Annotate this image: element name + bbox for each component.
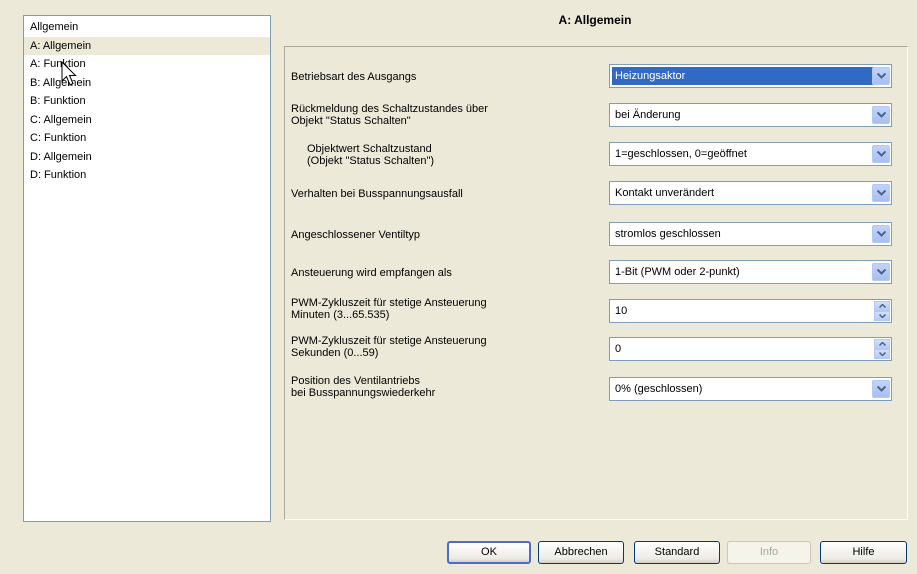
spin-down-icon[interactable] (874, 349, 890, 359)
betriebsart-dropdown[interactable]: Heizungsaktor (609, 64, 892, 88)
param-label: Betriebsart des Ausgangs (291, 71, 417, 83)
tree-item-c-allgemein[interactable]: C: Allgemein (24, 111, 270, 130)
position-ventilantrieb-dropdown[interactable]: 0% (geschlossen) (609, 377, 892, 401)
dropdown-value: Heizungsaktor (612, 67, 877, 85)
chevron-down-icon[interactable] (872, 67, 890, 85)
tree-item-a-allgemein[interactable]: A: Allgemein (24, 36, 270, 55)
pwm-sekunden-spinbox[interactable]: 0 (609, 337, 892, 361)
objektwert-dropdown[interactable]: 1=geschlossen, 0=geöffnet (609, 142, 892, 166)
info-button: Info (727, 541, 811, 564)
cancel-button[interactable]: Abbrechen (538, 541, 624, 564)
spin-buttons (874, 339, 890, 359)
dropdown-value: 1-Bit (PWM oder 2-punkt) (615, 266, 740, 278)
page-title: A: Allgemein (558, 13, 632, 27)
dropdown-value: bei Änderung (615, 109, 681, 121)
spinbox-value: 10 (615, 305, 628, 317)
chevron-down-icon[interactable] (872, 380, 890, 398)
mouse-cursor-icon (61, 61, 77, 86)
standard-button[interactable]: Standard (634, 541, 720, 564)
spin-buttons (874, 301, 890, 321)
tree-item-c-funktion[interactable]: C: Funktion (24, 129, 270, 148)
spin-up-icon[interactable] (874, 339, 890, 349)
chevron-down-icon[interactable] (872, 225, 890, 243)
tree-item-d-allgemein[interactable]: D: Allgemein (24, 148, 270, 167)
tree-item-allgemein[interactable]: Allgemein (24, 18, 270, 37)
ok-button[interactable]: OK (447, 541, 531, 564)
chevron-down-icon[interactable] (872, 184, 890, 202)
spinbox-value: 0 (615, 343, 622, 355)
dropdown-value: 0% (geschlossen) (615, 383, 703, 395)
ansteuerung-dropdown[interactable]: 1-Bit (PWM oder 2-punkt) (609, 260, 892, 284)
param-label: PWM-Zykluszeit für stetige Ansteuerung M… (291, 297, 487, 321)
param-label: Verhalten bei Busspannungsausfall (291, 188, 463, 200)
rueckmeldung-dropdown[interactable]: bei Änderung (609, 103, 892, 127)
spin-up-icon[interactable] (874, 301, 890, 311)
dropdown-value: Kontakt unverändert (615, 187, 715, 199)
dropdown-value: stromlos geschlossen (615, 228, 721, 240)
tree-item-d-funktion[interactable]: D: Funktion (24, 166, 270, 185)
param-label: PWM-Zykluszeit für stetige Ansteuerung S… (291, 335, 487, 359)
busspannungsausfall-dropdown[interactable]: Kontakt unverändert (609, 181, 892, 205)
chevron-down-icon[interactable] (872, 106, 890, 124)
param-label: Ansteuerung wird empfangen als (291, 267, 452, 279)
spin-down-icon[interactable] (874, 311, 890, 321)
param-label: Position des Ventilantriebs bei Busspann… (291, 375, 436, 399)
parameter-tree[interactable]: Allgemein A: Allgemein A: Funktion B: Al… (23, 15, 271, 522)
chevron-down-icon[interactable] (872, 145, 890, 163)
param-label: Objektwert Schaltzustand (Objekt "Status… (307, 143, 435, 167)
param-label: Rückmeldung des Schaltzustandes über Obj… (291, 103, 488, 127)
chevron-down-icon[interactable] (872, 263, 890, 281)
param-label: Angeschlossener Ventiltyp (291, 229, 421, 241)
help-button[interactable]: Hilfe (820, 541, 907, 564)
pwm-minuten-spinbox[interactable]: 10 (609, 299, 892, 323)
dropdown-value: 1=geschlossen, 0=geöffnet (615, 148, 747, 160)
tree-item-b-funktion[interactable]: B: Funktion (24, 92, 270, 111)
ventiltyp-dropdown[interactable]: stromlos geschlossen (609, 222, 892, 246)
